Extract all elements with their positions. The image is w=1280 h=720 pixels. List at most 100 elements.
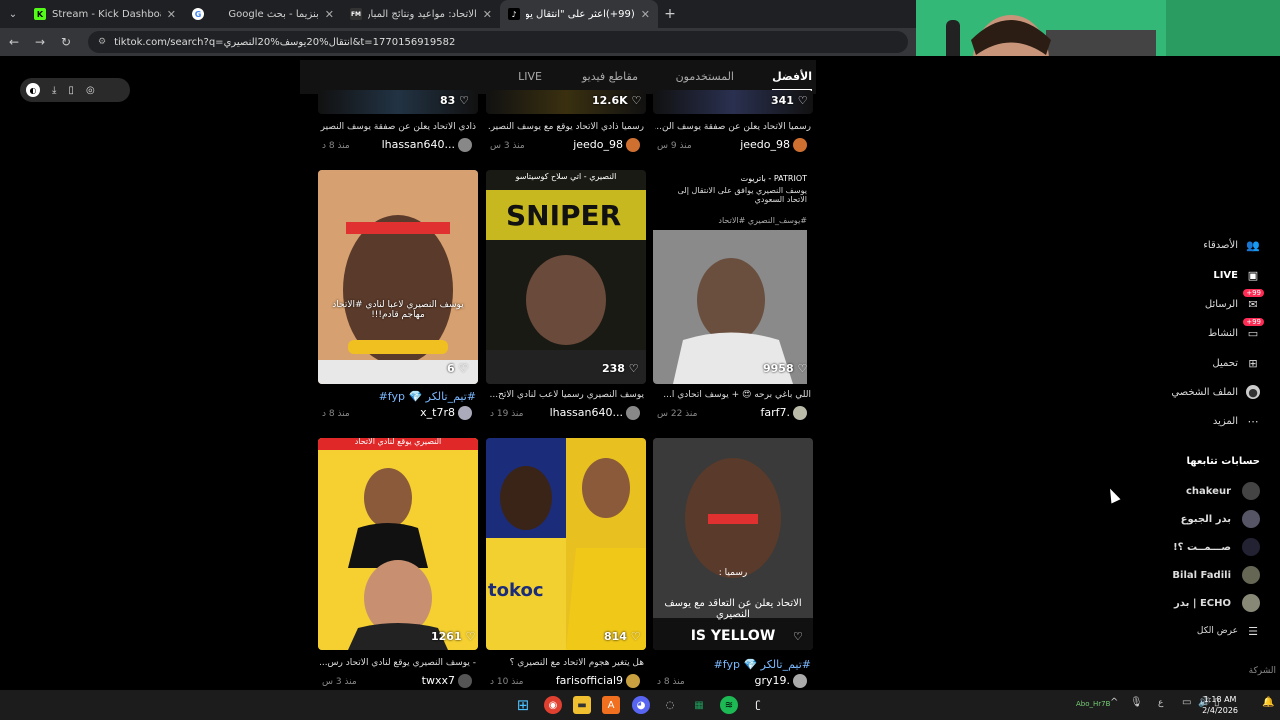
url-field[interactable]: ⚙ tiktok.com/search?q=انتقال%20يوسف%20ال… [88, 31, 908, 53]
see-all-link[interactable]: ☰ عرض الكل [1197, 624, 1260, 638]
thumbnail-caption: #يوسف_النصيري #الاتحاد [718, 216, 807, 225]
video-description: #تيم_تالكر 💎 fyp# [713, 658, 811, 671]
tray-chevron-icon[interactable]: ^ [1110, 697, 1118, 708]
avatar[interactable] [626, 138, 640, 152]
video-thumbnail[interactable]: النصيري يوقع لنادي الاتحاد [318, 438, 478, 650]
list-icon: ☰ [1248, 624, 1258, 638]
tab-google[interactable]: G بنزيما - بحث Google ✕ [184, 0, 342, 28]
footer-company-link[interactable]: الشركة [1249, 666, 1276, 676]
phone-icon[interactable]: ▯ [68, 85, 74, 96]
back-icon[interactable]: ← [6, 35, 22, 49]
nav-live[interactable]: ▣ LIVE [1213, 268, 1260, 282]
video-meta: منذ 22 س farf7. [657, 406, 813, 420]
like-count: 1261 ♡ [431, 630, 476, 643]
close-icon[interactable]: ✕ [641, 8, 650, 21]
avatar[interactable] [458, 138, 472, 152]
like-count: 83 ♡ [440, 94, 470, 107]
nav-upload[interactable]: ⊞ تحميل [1212, 356, 1260, 370]
site-info-icon[interactable]: ⚙ [98, 37, 106, 47]
avatar[interactable] [626, 406, 640, 420]
video-author: jeedo_98 [740, 138, 807, 152]
video-meta: منذ 3 س twxx7 [322, 674, 478, 688]
tab-top[interactable]: الأفضل [772, 70, 812, 91]
status-badge: 99+ [1243, 289, 1264, 297]
nav-more[interactable]: ⋯ المزيد [1213, 414, 1260, 428]
like-count: 238 ♡ [602, 362, 639, 375]
nav-messages[interactable]: ✉ 99+ الرسائل [1205, 289, 1264, 311]
thumbnail-art [486, 438, 646, 650]
avatar[interactable] [458, 406, 472, 420]
video-description: رسميا ذادي الاتحاد يوقع مع يوسف النصير..… [488, 122, 644, 132]
thumbnail-art [318, 438, 478, 650]
chrome-icon[interactable]: ◉ [544, 696, 562, 714]
app-icon[interactable]: ʗ [749, 696, 767, 714]
reload-icon[interactable]: ↻ [58, 35, 74, 49]
thumbnail-caption: tokoc [488, 580, 544, 601]
tab-tiktok[interactable]: ♪ (99+)اعثر على "انتقال يوسف النـ ✕ [500, 0, 658, 28]
video-author: gry19. [754, 674, 807, 688]
video-thumbnail[interactable]: tokoc [486, 438, 646, 650]
tab-ittihad[interactable]: FM الاتحاد: مواعيد ونتائج المباريات - ✕ [342, 0, 500, 28]
excel-icon[interactable]: ▦ [690, 696, 708, 714]
forward-icon[interactable]: → [32, 35, 48, 49]
following-account[interactable]: chakeur [1186, 482, 1260, 500]
video-thumbnail[interactable]: PATRIOT - باتريوت يوسف النصيري يوافق على… [653, 170, 813, 384]
avatar[interactable] [458, 674, 472, 688]
obs-icon[interactable]: ◌ [661, 696, 679, 714]
tab-users[interactable]: المستخدمون [676, 70, 734, 83]
language-indicator[interactable]: ع [1158, 698, 1163, 708]
like-count: 9958 ♡ [763, 362, 808, 375]
avatar[interactable] [793, 406, 807, 420]
url-text: tiktok.com/search?q=انتقال%20يوسف%20النص… [114, 36, 456, 48]
download-icon[interactable]: ⤓ [52, 85, 56, 96]
avatar[interactable] [626, 674, 640, 688]
svg-text:SNIPER: SNIPER [506, 199, 621, 232]
system-clock[interactable]: 1:18 AM 2/4/2026 [1202, 694, 1238, 716]
video-author: lhassan640... [550, 406, 640, 420]
tab-live[interactable]: LIVE [518, 70, 542, 83]
avatar[interactable] [793, 674, 807, 688]
video-meta: منذ 3 س jeedo_98 [490, 138, 646, 152]
following-account[interactable]: بدر الجبوع [1181, 510, 1260, 528]
video-author: x_t7r8 [420, 406, 472, 420]
app-orange-icon[interactable]: A [602, 696, 620, 714]
avatar[interactable] [793, 138, 807, 152]
google-icon: G [192, 8, 204, 20]
tab-search-icon[interactable]: ⌄ [0, 0, 26, 28]
nav-profile[interactable]: ● الملف الشخصي [1171, 385, 1260, 399]
network-icon[interactable]: ▭ [1182, 697, 1191, 708]
notification-bell-icon[interactable]: 🔔 [1262, 697, 1274, 708]
discord-icon[interactable]: ◕ [632, 696, 650, 714]
new-tab-button[interactable]: + [658, 6, 682, 22]
video-thumbnail[interactable]: رسميا : الاتحاد يعلن عن التعاقد مع يوسف … [653, 438, 813, 650]
following-account[interactable]: Bilal Fadili [1172, 566, 1260, 584]
tab-title: بنزيما - بحث Google [228, 8, 319, 20]
nav-activity[interactable]: ▭ 99+ النشاط [1208, 318, 1264, 340]
nav-friends[interactable]: 👥 الأصدقاء [1203, 238, 1260, 252]
taskbar: ⊞ ◉ ▬ A ◕ ◌ ▦ ≋ ʗ Abo_Hr7B ^ 🎙 ع ▭ 🔊 ▯ 1… [0, 690, 1280, 720]
close-icon[interactable]: ✕ [325, 8, 334, 21]
video-description: #تيم_تالكر 💎 fyp# [378, 390, 476, 403]
compass-icon[interactable]: ◎ [86, 85, 95, 96]
video-thumbnail[interactable]: SNIPER النصيري - اتي سلاح كوسيتاسو [486, 170, 646, 384]
spotify-icon[interactable]: ≋ [720, 696, 738, 714]
windows-start-icon[interactable]: ⊞ [514, 696, 532, 714]
video-author: jeedo_98 [573, 138, 640, 152]
extension-toolbar: ◐ ⤓ ▯ ◎ [20, 78, 130, 102]
microphone-icon[interactable]: 🎙 [1130, 697, 1143, 708]
tray-user: Abo_Hr7B [1076, 700, 1111, 708]
video-thumbnail[interactable]: يوسف النصيري لاعبا لنادي #الاتحاد مهاجم … [318, 170, 478, 384]
thumbnail-caption: الاتحاد يعلن عن التعاقد مع يوسف النصيري [664, 598, 802, 620]
following-account[interactable]: صـــمــت ؟! [1173, 538, 1260, 556]
close-icon[interactable]: ✕ [167, 8, 176, 21]
extension-logo-icon[interactable]: ◐ [26, 83, 40, 97]
thumbnail-banner: النصيري يوقع لنادي الاتحاد [354, 438, 442, 446]
video-meta: منذ 8 د gry19. [657, 674, 813, 688]
close-icon[interactable]: ✕ [483, 8, 492, 21]
tiktok-icon: ♪ [508, 8, 520, 20]
video-meta: منذ 8 د x_t7r8 [322, 406, 478, 420]
following-account[interactable]: ECHO | بدر [1174, 594, 1260, 612]
tab-videos[interactable]: مقاطع فيديو [582, 70, 638, 83]
file-explorer-icon[interactable]: ▬ [573, 696, 591, 714]
tab-kick[interactable]: K Stream - Kick Dashboard ✕ [26, 0, 184, 28]
